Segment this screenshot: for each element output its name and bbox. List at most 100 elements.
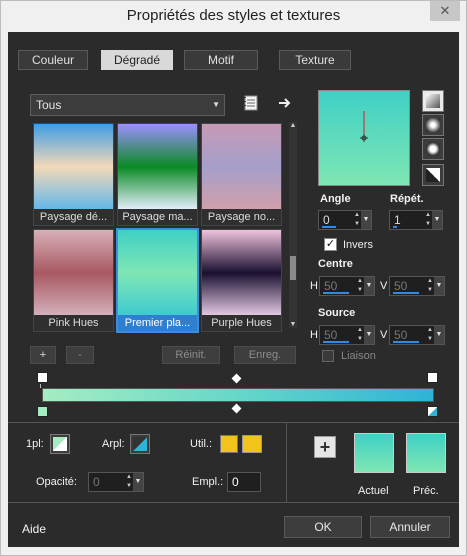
- add-gradient-button[interactable]: +: [30, 346, 56, 364]
- repeat-slider[interactable]: [393, 226, 397, 228]
- angle-value: 0: [323, 213, 330, 227]
- sunburst-shape-button[interactable]: [422, 164, 444, 186]
- current-gradient-swatch[interactable]: [354, 433, 394, 473]
- user-color-picker[interactable]: [242, 435, 262, 453]
- gradient-label: Purple Hues: [202, 315, 281, 331]
- divider-vertical: [286, 422, 287, 502]
- invert-checkbox[interactable]: ✓: [324, 238, 337, 251]
- cancel-button[interactable]: Annuler: [370, 516, 450, 538]
- rectangular-gradient-icon: [426, 118, 440, 132]
- background-plan-label: Arpl:: [102, 438, 125, 450]
- centre-h-field[interactable]: 50 ▲ ▼ ▼: [319, 276, 375, 296]
- close-button[interactable]: ✕: [430, 1, 460, 21]
- radial-shape-button[interactable]: [422, 138, 444, 160]
- divider: [8, 502, 459, 503]
- window-title: Propriétés des styles et textures: [126, 7, 341, 24]
- background-plan-icon: [133, 437, 147, 451]
- divider: [8, 422, 459, 423]
- tab-degrade[interactable]: Dégradé: [101, 50, 173, 70]
- previous-gradient-swatch[interactable]: [406, 433, 446, 473]
- reset-button[interactable]: Réinit.: [162, 346, 220, 364]
- linear-shape-button[interactable]: [422, 90, 444, 112]
- centre-v-field[interactable]: 50 ▲ ▼ ▼: [389, 276, 445, 296]
- source-v-value: 50: [394, 328, 408, 342]
- end-color-stop[interactable]: [427, 406, 438, 417]
- midpoint-marker[interactable]: [231, 403, 242, 414]
- first-plan-label: 1pl:: [26, 438, 44, 450]
- save-button[interactable]: Enreg.: [234, 346, 296, 364]
- gradient-thumb-4[interactable]: Premier pla...: [116, 228, 199, 333]
- source-h-spinner[interactable]: ▲ ▼: [356, 326, 364, 344]
- gradient-thumb-3[interactable]: Pink Hues: [33, 229, 114, 332]
- centre-v-value: 50: [394, 279, 408, 293]
- source-h-field[interactable]: 50 ▲ ▼ ▼: [319, 325, 375, 345]
- gradient-gallery: Paysage dé... Paysage ma... Paysage no..…: [30, 120, 289, 333]
- source-h-slider[interactable]: [323, 341, 349, 343]
- ok-button[interactable]: OK: [284, 516, 362, 538]
- opacity-field[interactable]: 0 ▲ ▼ ▼: [88, 472, 144, 492]
- centre-v-slider[interactable]: [393, 292, 419, 294]
- link-checkbox[interactable]: [322, 350, 334, 362]
- centre-v-dropdown-icon[interactable]: ▼: [434, 277, 444, 295]
- centre-h-label: H: [310, 280, 318, 292]
- tab-texture[interactable]: Texture: [279, 50, 351, 70]
- source-v-field[interactable]: 50 ▲ ▼ ▼: [389, 325, 445, 345]
- arrow-right-icon[interactable]: [276, 94, 294, 112]
- dialog-body: Couleur Dégradé Motif Texture Tous ▼ Pay…: [8, 32, 459, 547]
- repeat-field[interactable]: 1 ▲ ▼ ▼: [389, 210, 443, 230]
- repeat-dropdown-icon[interactable]: ▼: [432, 211, 442, 229]
- top-left-marker[interactable]: [37, 372, 48, 383]
- scroll-up-icon[interactable]: ▲: [289, 122, 297, 129]
- opacity-spinner[interactable]: ▲ ▼: [125, 473, 133, 491]
- gradient-thumb-5[interactable]: Purple Hues: [201, 229, 282, 332]
- angle-spinner[interactable]: ▲ ▼: [353, 211, 361, 229]
- gradient-swatch: [34, 230, 113, 316]
- source-v-slider[interactable]: [393, 341, 419, 343]
- source-h-value: 50: [324, 328, 338, 342]
- opacity-dropdown-icon[interactable]: ▼: [133, 473, 143, 491]
- angle-slider[interactable]: [322, 226, 336, 228]
- centre-h-value: 50: [324, 279, 338, 293]
- linear-gradient-icon: [426, 94, 440, 108]
- location-field[interactable]: 0: [227, 472, 261, 492]
- gradient-preview[interactable]: [318, 90, 410, 186]
- radial-gradient-icon: [426, 142, 440, 156]
- background-plan-swatch[interactable]: [130, 434, 150, 454]
- gradient-label: Paysage ma...: [118, 209, 197, 225]
- notebook-icon[interactable]: [242, 94, 260, 112]
- gallery-scrollbar[interactable]: ▲ ▼: [289, 122, 297, 328]
- title-bar: Propriétés des styles et textures ✕: [1, 1, 466, 31]
- centre-h-spinner[interactable]: ▲ ▼: [356, 277, 364, 295]
- add-to-swatches-button[interactable]: +: [314, 436, 336, 458]
- gradient-thumb-2[interactable]: Paysage no...: [201, 123, 282, 226]
- gradient-swatch: [202, 124, 281, 210]
- previous-label: Préc.: [413, 485, 439, 497]
- source-v-dropdown-icon[interactable]: ▼: [434, 326, 444, 344]
- first-plan-swatch[interactable]: [50, 434, 70, 454]
- centre-h-slider[interactable]: [323, 292, 349, 294]
- source-v-spinner[interactable]: ▲ ▼: [426, 326, 434, 344]
- remove-gradient-button[interactable]: -: [66, 346, 94, 364]
- centre-h-dropdown-icon[interactable]: ▼: [364, 277, 374, 295]
- midpoint-top-marker[interactable]: [231, 373, 242, 384]
- category-select[interactable]: Tous ▼: [30, 94, 225, 116]
- tab-motif[interactable]: Motif: [184, 50, 258, 70]
- angle-dropdown-icon[interactable]: ▼: [361, 211, 371, 229]
- gradient-thumb-0[interactable]: Paysage dé...: [33, 123, 114, 226]
- tab-couleur[interactable]: Couleur: [18, 50, 88, 70]
- centre-v-spinner[interactable]: ▲ ▼: [426, 277, 434, 295]
- gradient-editor-bar[interactable]: [42, 388, 434, 402]
- scroll-thumb[interactable]: [290, 256, 296, 280]
- rectangular-shape-button[interactable]: [422, 114, 444, 136]
- help-link[interactable]: Aide: [22, 522, 46, 536]
- repeat-spinner[interactable]: ▲ ▼: [424, 211, 432, 229]
- gradient-thumb-1[interactable]: Paysage ma...: [117, 123, 198, 226]
- start-color-stop[interactable]: [37, 406, 48, 417]
- source-h-dropdown-icon[interactable]: ▼: [364, 326, 374, 344]
- link-label: Liaison: [341, 350, 376, 362]
- scroll-down-icon[interactable]: ▼: [289, 321, 297, 328]
- user-color-swatch[interactable]: [220, 435, 238, 453]
- repeat-label: Répét.: [390, 193, 424, 205]
- top-right-marker[interactable]: [427, 372, 438, 383]
- angle-field[interactable]: 0 ▲ ▼ ▼: [318, 210, 372, 230]
